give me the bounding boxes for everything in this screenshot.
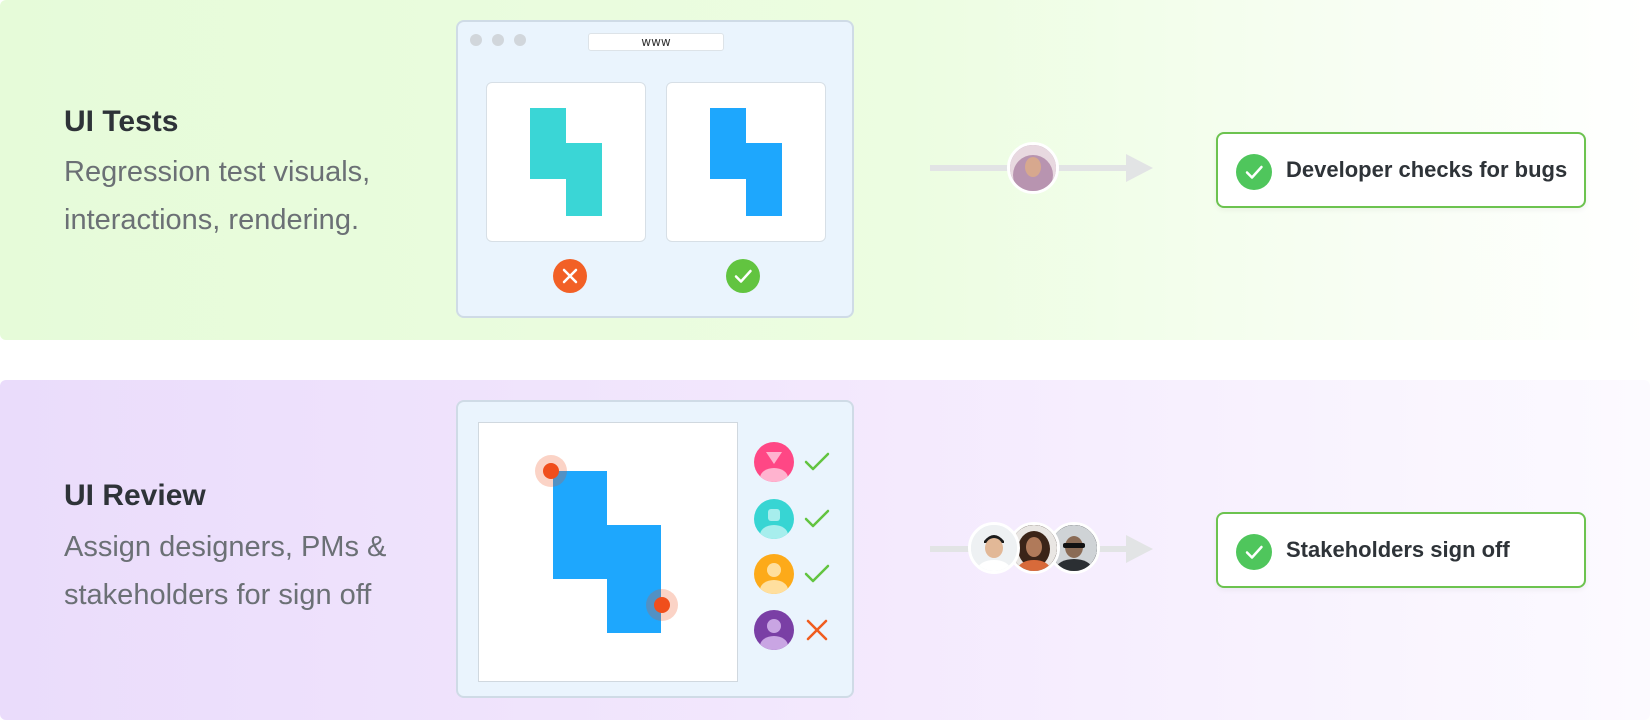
window-dot-icon <box>492 34 504 46</box>
reviewer-avatar <box>754 499 794 539</box>
stakeholder-result-label: Stakeholders sign off <box>1286 537 1510 562</box>
ui-tests-title: UI Tests <box>64 105 179 138</box>
window-dot-icon <box>514 34 526 46</box>
baseline-snapshot-card <box>486 82 646 242</box>
ui-review-description-line-1: Assign designers, PMs & <box>64 531 387 563</box>
developer-avatar <box>1007 142 1059 194</box>
developer-result-label: Developer checks for bugs <box>1286 157 1568 182</box>
review-window <box>456 400 854 698</box>
stakeholder-avatar <box>968 522 1020 574</box>
rejected-x-icon <box>806 619 828 641</box>
window-dot-icon <box>470 34 482 46</box>
approved-check-icon <box>804 452 830 471</box>
approved-check-icon <box>804 509 830 528</box>
browser-window: www <box>456 20 854 318</box>
stakeholder-result-card: Stakeholders sign off <box>1216 512 1586 588</box>
review-canvas <box>478 422 738 682</box>
check-icon <box>1236 154 1272 190</box>
approved-check-icon <box>804 564 830 583</box>
developer-result-card: Developer checks for bugs <box>1216 132 1586 208</box>
new-component-shape <box>710 108 782 216</box>
ui-tests-description-line-2: interactions, rendering. <box>64 204 359 236</box>
baseline-component-shape <box>530 108 602 216</box>
ui-review-title: UI Review <box>64 479 206 512</box>
review-component-shape <box>535 455 678 633</box>
reviewer-avatar <box>754 442 794 482</box>
pass-status-icon <box>726 259 760 293</box>
reviewer-avatar <box>754 554 794 594</box>
ui-review-description-line-2: stakeholders for sign off <box>64 579 372 611</box>
new-snapshot-card <box>666 82 826 242</box>
reviewer-avatar <box>754 610 794 650</box>
ui-tests-description-line-1: Regression test visuals, <box>64 156 371 188</box>
check-icon <box>1236 534 1272 570</box>
fail-status-icon <box>553 259 587 293</box>
url-bar: www <box>588 33 724 51</box>
